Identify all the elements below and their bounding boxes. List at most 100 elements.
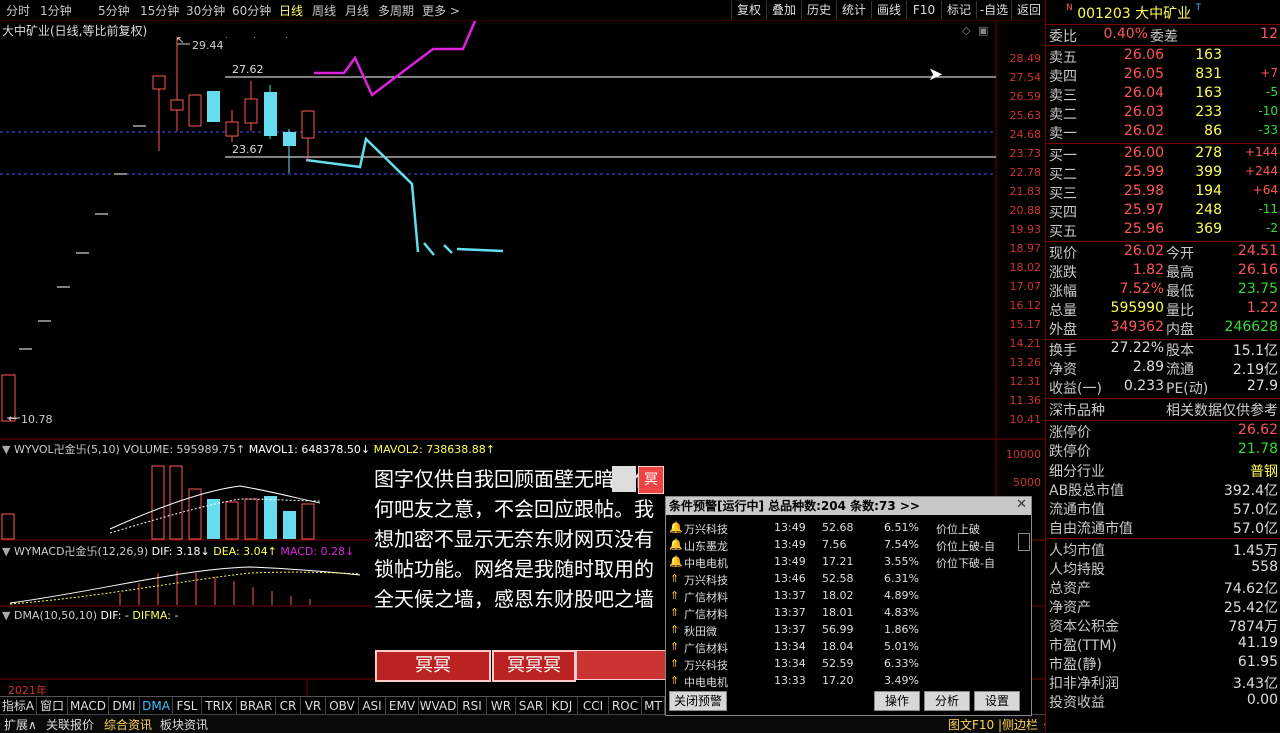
sector-news-button[interactable]: 板块资讯	[160, 716, 208, 733]
period-monthly[interactable]: 月线	[345, 2, 369, 19]
tab-fsl[interactable]: FSL	[173, 697, 202, 715]
tab-wvad[interactable]: WVAD	[419, 697, 458, 715]
operate-button[interactable]: 操作	[874, 691, 920, 711]
alert-stock: 广信材料	[684, 608, 728, 621]
tab-dmi[interactable]: DMI	[109, 697, 140, 715]
tab-trix[interactable]: TRIX	[202, 697, 237, 715]
price-tick: 27.54	[1009, 71, 1042, 84]
diff-label: 委差	[1150, 29, 1178, 45]
tab-mt[interactable]: MT	[642, 697, 665, 715]
alert-row[interactable]: 🔔 万兴科技 13:49 52.68 6.51% 价位上破	[666, 519, 1016, 536]
period-5min[interactable]: 5分钟	[98, 2, 130, 19]
analyze-button[interactable]: 分析	[924, 691, 970, 711]
dma-indicator-header[interactable]: ▼ DMA(10,50,10) DIF: - DIFMA: -	[2, 609, 178, 622]
f10-sidebar-toggle[interactable]: 图文F10 |侧边栏《	[948, 716, 1050, 733]
draw-line-button[interactable]: 画线	[871, 1, 906, 19]
stat-value: 15.1亿	[1232, 343, 1278, 359]
vol-volume: VOLUME: 595989.75↑	[123, 443, 246, 456]
alert-row[interactable]: ⇑ 秋田微 13:37 56.99 1.86%	[666, 621, 1016, 638]
collapse-icon[interactable]: ▼	[2, 545, 10, 558]
bid-row[interactable]: 买二 25.99 399 +244	[1046, 164, 1280, 183]
alert-row[interactable]: ⇑ 广信材料 13:37 18.01 4.83%	[666, 604, 1016, 621]
alert-row[interactable]: 🔔 山东墨龙 13:49 7.56 7.54% 价位上破-自	[666, 536, 1016, 553]
tab-brar[interactable]: BRAR	[237, 697, 276, 715]
close-alert-button[interactable]: 关闭预警	[669, 691, 727, 711]
vol-indicator-header[interactable]: ▼ WYVOL卍金卐(5,10) VOLUME: 595989.75↑ MAVO…	[2, 441, 495, 457]
stat-value: 1.82	[1132, 262, 1164, 278]
tab-asi[interactable]: ASI	[359, 697, 386, 715]
bid-row[interactable]: 买五 25.96 369 -2	[1046, 221, 1280, 240]
stat-value: 0.233	[1123, 378, 1164, 394]
news-button[interactable]: 综合资讯	[104, 716, 152, 733]
tab-rsi[interactable]: RSI	[458, 697, 487, 715]
fund-value: 392.4亿	[1223, 483, 1278, 499]
alert-row[interactable]: 🔔 中电电机 13:49 17.21 3.55% 价位下破-自	[666, 553, 1016, 570]
up-arrow-icon: ⇑	[670, 572, 680, 585]
period-15min[interactable]: 15分钟	[140, 2, 179, 19]
fund-label: AB股总市值	[1049, 483, 1125, 499]
tab-wr[interactable]: WR	[487, 697, 516, 715]
price-tick: 10.41	[1009, 413, 1042, 426]
period-daily[interactable]: 日线	[279, 2, 303, 19]
period-1min[interactable]: 1分钟	[40, 2, 72, 19]
period-weekly[interactable]: 周线	[312, 2, 336, 19]
overlay-button[interactable]: 叠加	[766, 1, 801, 19]
ask-row[interactable]: 卖二 26.03 233 -10	[1046, 104, 1280, 123]
tab-cci[interactable]: CCI	[578, 697, 609, 715]
bid-row[interactable]: 买四 25.97 248 -11	[1046, 202, 1280, 221]
settings-button[interactable]: 设置	[974, 691, 1020, 711]
expand-button[interactable]: 扩展∧	[4, 716, 37, 733]
collapse-icon[interactable]: ▼	[2, 609, 10, 622]
period-60min[interactable]: 60分钟	[232, 2, 271, 19]
condition-alert-window[interactable]: 条件预警[运行中] 总品种数:204 条数:73 >> ✕ 🔔 万兴科技 13:…	[665, 496, 1032, 716]
tab-cr[interactable]: CR	[276, 697, 301, 715]
stats-button[interactable]: 统计	[836, 1, 871, 19]
tab-kdj[interactable]: KDJ	[547, 697, 578, 715]
window-icon[interactable]: ▣	[978, 24, 988, 37]
bid-row[interactable]: 买三 25.98 194 +64	[1046, 183, 1280, 202]
remove-watchlist-button[interactable]: -自选	[976, 1, 1011, 19]
tab-obv[interactable]: OBV	[326, 697, 359, 715]
ask-change: -10	[1258, 104, 1278, 118]
tab-sar[interactable]: SAR	[516, 697, 547, 715]
tab-vr[interactable]: VR	[301, 697, 326, 715]
ask-row[interactable]: 卖五 26.06 163	[1046, 47, 1280, 66]
ask-row[interactable]: 卖四 26.05 831 +7	[1046, 66, 1280, 85]
ask-label: 卖一	[1049, 126, 1077, 142]
alert-row[interactable]: ⇑ 万兴科技 13:46 52.58 6.31%	[666, 570, 1016, 587]
tab-emv[interactable]: EMV	[386, 697, 419, 715]
scrollbar-thumb[interactable]	[1018, 533, 1030, 551]
period-intraday[interactable]: 分时	[6, 2, 30, 19]
stock-code: 001203	[1077, 6, 1131, 22]
alert-row[interactable]: ⇑ 万兴科技 13:34 52.59 6.33%	[666, 655, 1016, 672]
alert-row[interactable]: ⇑ 广信材料 13:37 18.02 4.89%	[666, 587, 1016, 604]
high-marker-icon: ↖	[176, 35, 185, 46]
close-icon[interactable]: ✕	[1016, 497, 1027, 512]
tab-dma[interactable]: DMA	[140, 697, 173, 715]
bid-volume: 399	[1195, 164, 1222, 180]
period-more[interactable]: 更多 >	[422, 2, 460, 19]
ask-volume: 831	[1195, 66, 1222, 82]
period-30min[interactable]: 30分钟	[186, 2, 225, 19]
macd-indicator-header[interactable]: ▼ WYMACD卍金卐(12,26,9) DIF: 3.18↓ DEA: 3.0…	[2, 543, 354, 559]
alert-row[interactable]: ⇑ 广信材料 13:34 18.04 5.01%	[666, 638, 1016, 655]
tab-roc[interactable]: ROC	[609, 697, 642, 715]
alert-row[interactable]: ⇑ 中电电机 13:33 17.20 3.49%	[666, 672, 1016, 689]
back-button[interactable]: 返回	[1011, 1, 1046, 19]
fund-value: 41.19	[1237, 635, 1278, 651]
tab-indicator-a[interactable]: 指标A	[0, 697, 37, 715]
f10-button[interactable]: F10	[906, 1, 941, 19]
bid-row[interactable]: 买一 26.00 278 +144	[1046, 145, 1280, 164]
period-multi[interactable]: 多周期	[378, 2, 414, 19]
mark-button[interactable]: 标记	[941, 1, 976, 19]
collapse-icon[interactable]: ▼	[2, 443, 10, 456]
adjust-button[interactable]: 复权	[731, 1, 766, 19]
tab-macd[interactable]: MACD	[68, 697, 109, 715]
related-quote-button[interactable]: 关联报价	[46, 716, 94, 733]
history-button[interactable]: 历史	[801, 1, 836, 19]
ask-row[interactable]: 卖三 26.04 163 -5	[1046, 85, 1280, 104]
alert-title-bar[interactable]: 条件预警[运行中] 总品种数:204 条数:73 >>	[666, 497, 1031, 515]
ask-row[interactable]: 卖一 26.02 86 -33	[1046, 123, 1280, 142]
diamond-icon[interactable]: ◇	[962, 24, 970, 37]
tab-window[interactable]: 窗口	[37, 697, 68, 715]
